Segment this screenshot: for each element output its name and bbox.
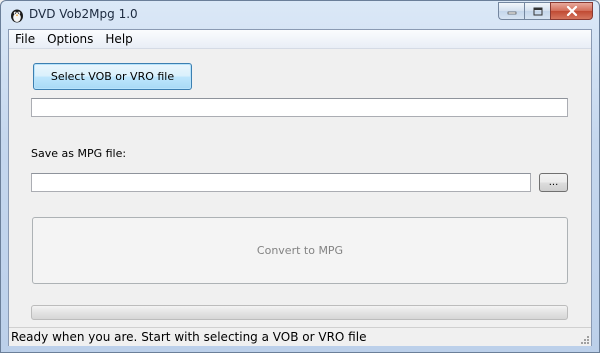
window-title: DVD Vob2Mpg 1.0 <box>29 7 138 21</box>
maximize-button[interactable] <box>524 2 550 20</box>
browse-button[interactable]: ... <box>539 173 568 192</box>
menu-help[interactable]: Help <box>99 32 138 46</box>
menu-bar: File Options Help <box>9 30 591 49</box>
resize-grip-icon[interactable] <box>580 335 590 345</box>
save-as-label: Save as MPG file: <box>31 147 127 160</box>
minimize-button[interactable] <box>498 2 524 20</box>
status-bar: Ready when you are. Start with selecting… <box>9 327 591 346</box>
penguin-app-icon[interactable] <box>9 7 25 23</box>
convert-button-label: Convert to MPG <box>256 244 344 257</box>
caption-buttons <box>498 2 593 21</box>
vob-path-input[interactable] <box>31 98 568 117</box>
close-icon <box>566 6 577 16</box>
menu-file[interactable]: File <box>9 32 41 46</box>
select-vob-button[interactable]: Select VOB or VRO file <box>33 63 192 90</box>
browse-button-label: ... <box>548 177 559 188</box>
close-button[interactable] <box>550 2 593 20</box>
mpg-path-input[interactable] <box>31 173 531 192</box>
client-area: File Options Help Select VOB or VRO file… <box>8 29 592 346</box>
convert-button[interactable]: Convert to MPG <box>32 217 568 284</box>
app-window: DVD Vob2Mpg 1.0 File Options Help Select… <box>0 0 600 353</box>
status-text: Ready when you are. Start with selecting… <box>11 330 367 344</box>
maximize-icon <box>533 7 542 15</box>
minimize-icon <box>507 11 516 15</box>
select-vob-button-label: Select VOB or VRO file <box>50 70 175 83</box>
conversion-progress-bar <box>31 305 568 320</box>
title-bar[interactable]: DVD Vob2Mpg 1.0 <box>1 1 599 29</box>
menu-options[interactable]: Options <box>41 32 99 46</box>
